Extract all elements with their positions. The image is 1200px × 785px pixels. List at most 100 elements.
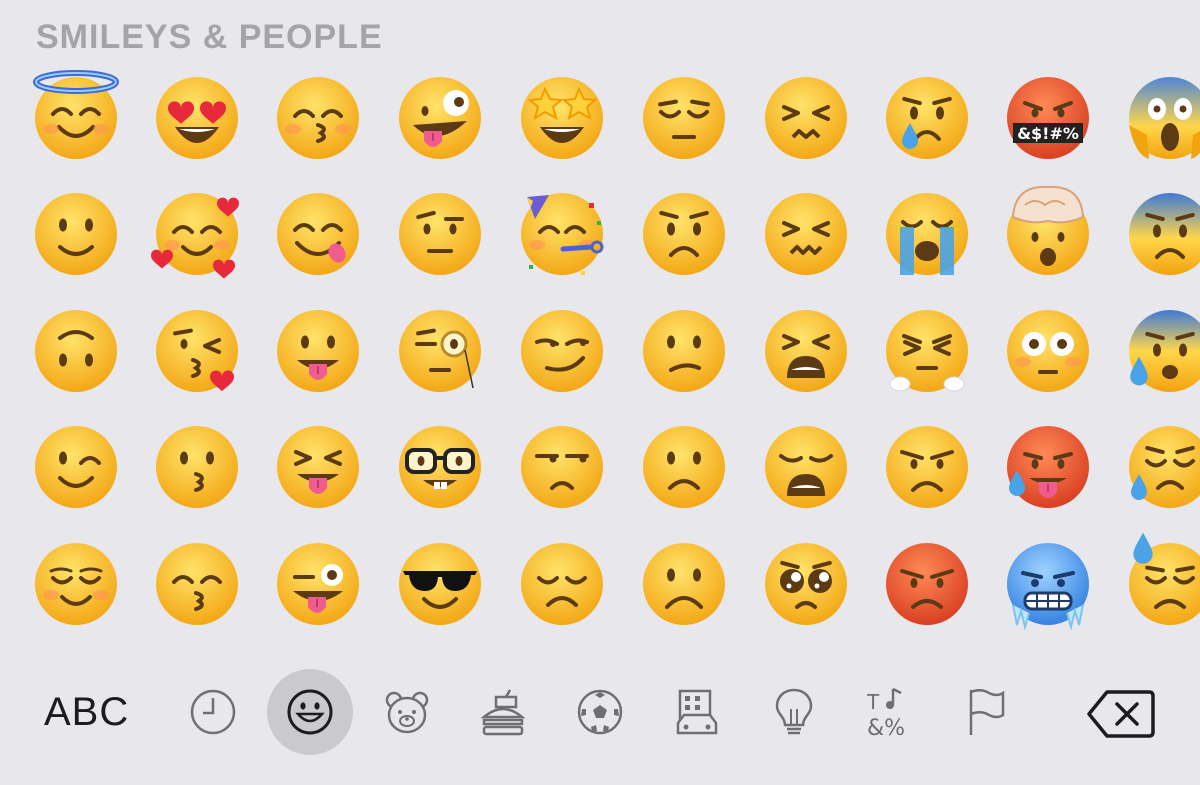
pensive-face-emoji[interactable] (641, 75, 727, 161)
partying-face-emoji[interactable] (519, 191, 605, 277)
smileys-category-icon[interactable] (282, 684, 338, 740)
anxious-face-with-sweat-icon (1129, 193, 1200, 275)
kissing-face-with-closed-eyes-icon (156, 543, 238, 625)
weary-face-emoji[interactable] (763, 424, 849, 510)
face-with-tongue-icon (277, 310, 359, 392)
slightly-frowning-face-emoji[interactable] (641, 424, 727, 510)
face-with-monocle-emoji[interactable] (397, 308, 483, 394)
face-with-steam-from-nose-icon (886, 310, 968, 392)
nerd-face-emoji[interactable] (397, 424, 483, 510)
upside-down-face-icon (35, 310, 117, 392)
slightly-smiling-face-emoji[interactable] (33, 191, 119, 277)
zany-face-emoji[interactable] (397, 75, 483, 161)
face-savoring-food-emoji[interactable] (275, 191, 361, 277)
winking-face-emoji[interactable] (33, 424, 119, 510)
hot-face-emoji[interactable] (1005, 424, 1091, 510)
kissing-face-with-closed-eyes-emoji[interactable] (154, 541, 240, 627)
flushed-face-emoji[interactable] (1005, 308, 1091, 394)
smiling-face-with-halo-icon (33, 70, 119, 159)
unamused-face-emoji[interactable] (519, 424, 605, 510)
objects-category-icon[interactable] (766, 684, 822, 740)
zany-face-icon (399, 77, 481, 159)
face-with-raised-eyebrow-icon (399, 193, 481, 275)
face-with-sweat-emoji[interactable] (1127, 308, 1200, 394)
star-struck-emoji[interactable] (519, 75, 605, 161)
face-with-symbols-on-mouth-icon: &$!#% (1007, 77, 1089, 159)
crying-face-emoji[interactable] (884, 75, 970, 161)
confounded-face-emoji[interactable] (763, 75, 849, 161)
face-with-symbols-on-mouth-emoji[interactable]: &$!#% (1005, 75, 1091, 161)
worried-face-icon (643, 193, 725, 275)
face-screaming-in-fear-emoji[interactable] (1127, 75, 1200, 161)
relieved-face-icon (35, 543, 117, 625)
face-screaming-in-fear-icon (1129, 77, 1200, 159)
disappointed-face-emoji[interactable] (519, 541, 605, 627)
flags-category-icon[interactable] (958, 684, 1014, 740)
abc-button[interactable]: ABC (44, 690, 129, 735)
hot-face-icon (1007, 426, 1089, 508)
anxious-face-with-sweat-emoji[interactable] (1127, 191, 1200, 277)
slightly-frowning-face-icon (643, 426, 725, 508)
svg-text:&%: &% (867, 716, 905, 739)
delete-key-icon[interactable] (1085, 686, 1157, 742)
face-with-raised-eyebrow-emoji[interactable] (397, 191, 483, 277)
activity-category-icon[interactable] (572, 684, 628, 740)
kissing-face-icon (156, 426, 238, 508)
recent-clock-icon[interactable] (185, 684, 241, 740)
nerd-face-icon (399, 426, 481, 508)
weary-face-icon (765, 426, 847, 508)
emoji-grid: &$!#% (0, 0, 1200, 660)
kissing-face-emoji[interactable] (154, 424, 240, 510)
upside-down-face-emoji[interactable] (33, 308, 119, 394)
animals-category-icon[interactable] (379, 684, 435, 740)
smiling-face-with-hearts-emoji[interactable] (151, 191, 240, 279)
confused-face-emoji[interactable] (641, 308, 727, 394)
slightly-smiling-face-icon (35, 193, 117, 275)
face-blowing-a-kiss-icon (156, 310, 238, 392)
smirking-face-emoji[interactable] (519, 308, 605, 394)
squinting-face-with-tongue-emoji[interactable] (275, 424, 361, 510)
sad-but-relieved-face-icon (1129, 426, 1200, 508)
unamused-face-icon (521, 426, 603, 508)
confounded-face-icon (765, 77, 847, 159)
winking-face-icon (35, 426, 117, 508)
disappointed-face-icon (521, 543, 603, 625)
worried-face-emoji[interactable] (641, 191, 727, 277)
frowning-face-emoji[interactable] (641, 541, 727, 627)
kissing-face-with-smiling-eyes-emoji[interactable] (275, 75, 361, 161)
face-blowing-a-kiss-emoji[interactable] (154, 308, 240, 394)
travel-category-icon[interactable] (669, 684, 725, 740)
persevering-face-emoji[interactable] (763, 191, 849, 277)
food-category-icon[interactable] (475, 684, 531, 740)
cold-face-emoji[interactable] (1005, 541, 1091, 631)
downcast-face-with-sweat-emoji[interactable] (1127, 532, 1200, 627)
winking-face-with-tongue-emoji[interactable] (275, 541, 361, 627)
angry-face-icon (886, 426, 968, 508)
pouting-face-emoji[interactable] (884, 541, 970, 627)
winking-face-with-tongue-icon (277, 543, 359, 625)
face-with-monocle-icon (399, 310, 481, 392)
angry-face-emoji[interactable] (884, 424, 970, 510)
tired-face-icon (765, 310, 847, 392)
frowning-face-icon (643, 543, 725, 625)
pleading-face-emoji[interactable] (763, 541, 849, 627)
symbols-category-icon[interactable]: T &% (862, 684, 918, 740)
loudly-crying-face-emoji[interactable] (884, 191, 970, 277)
squinting-face-with-tongue-icon (277, 426, 359, 508)
face-with-tongue-emoji[interactable] (275, 308, 361, 394)
exploding-head-icon (1007, 185, 1089, 275)
relieved-face-emoji[interactable] (33, 541, 119, 627)
exploding-head-emoji[interactable] (1005, 185, 1091, 277)
pleading-face-icon (765, 543, 847, 625)
smiling-face-with-sunglasses-emoji[interactable] (397, 541, 483, 627)
kissing-face-with-smiling-eyes-icon (277, 77, 359, 159)
tired-face-emoji[interactable] (763, 308, 849, 394)
persevering-face-icon (765, 193, 847, 275)
smiling-face-with-halo-emoji[interactable] (33, 70, 119, 161)
smiling-face-with-heart-eyes-emoji[interactable] (154, 75, 240, 161)
svg-text:&$!#%: &$!#% (1017, 124, 1079, 143)
sad-but-relieved-face-emoji[interactable] (1127, 424, 1200, 510)
confused-face-icon (643, 310, 725, 392)
smiling-face-with-hearts-icon (151, 193, 239, 279)
face-with-steam-from-nose-emoji[interactable] (884, 308, 970, 394)
